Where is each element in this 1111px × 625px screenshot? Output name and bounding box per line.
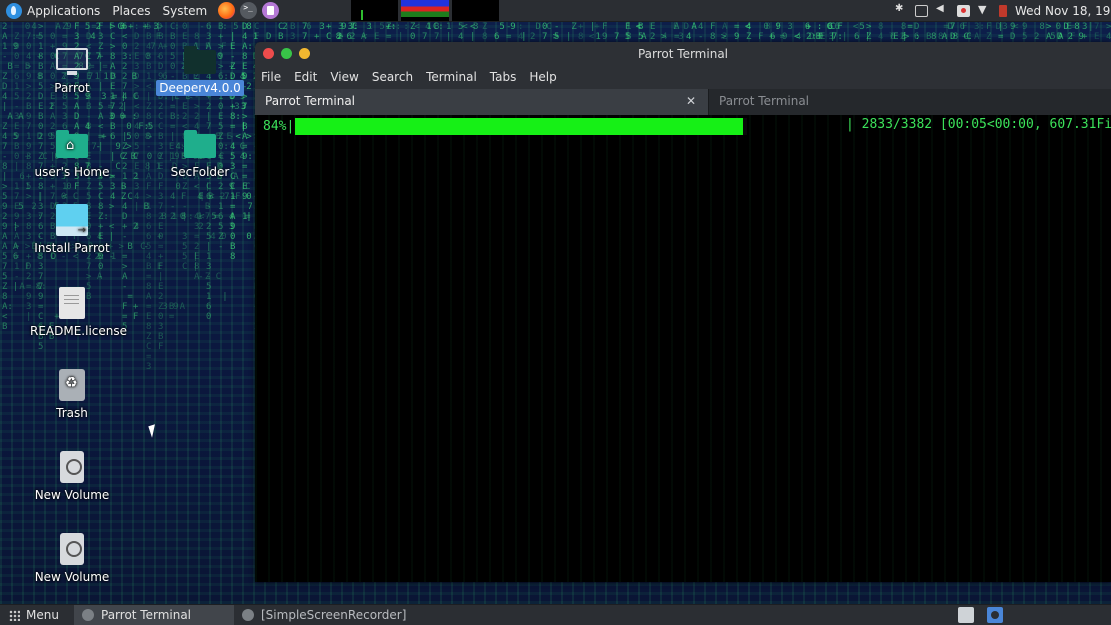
- computer-icon: [56, 48, 88, 75]
- grid-menu-icon: [9, 609, 20, 621]
- progress-line: 84%| | 2833/3382 [00:05<00:00, 607.31Fi: [263, 117, 1111, 135]
- menu-file[interactable]: File: [261, 70, 281, 84]
- places-menu-label: Places: [112, 3, 151, 18]
- taskbar-item-label: [SimpleScreenRecorder]: [261, 608, 407, 622]
- tab-parrot-terminal-1[interactable]: Parrot Terminal ✕: [255, 89, 708, 115]
- home-folder-icon: [56, 130, 88, 158]
- bluetooth-icon[interactable]: [894, 3, 907, 17]
- matrix-rain-column: 2A1 9- BZD4| A AZ4 57-8|>59 529 |AA A5 6…: [2, 22, 57, 332]
- places-menu[interactable]: Places: [106, 0, 156, 22]
- screen-recorder-icon: [242, 609, 254, 621]
- desktop-icon-label: user's Home: [34, 165, 110, 179]
- desktop-icon-install-parrot[interactable]: Install Parrot: [27, 204, 117, 256]
- matrix-rain-column: 6<03:2274 C|- F:|ZZ C21 2- C4 BD+ 2- B -…: [122, 22, 150, 332]
- desktop-icon-label: Install Parrot: [34, 241, 110, 255]
- power-icon[interactable]: [999, 5, 1007, 17]
- terminal-menubar: File Edit View Search Terminal Tabs Help: [255, 65, 1111, 89]
- close-tab-icon[interactable]: ✕: [686, 89, 696, 113]
- memory-monitor-graph[interactable]: [401, 0, 449, 21]
- desktop-icon-label: Trash: [56, 406, 88, 420]
- taskbar-item-label: Parrot Terminal: [101, 608, 192, 622]
- cpu-monitor-graph[interactable]: [351, 0, 398, 21]
- tab-label: Parrot Terminal: [265, 94, 356, 108]
- progress-stats: | 2833/3382 [00:05<00:00, 607.31Fi: [846, 117, 1111, 132]
- desktop-icon-parrot[interactable]: Parrot: [27, 44, 117, 96]
- text-editor-icon[interactable]: [262, 2, 280, 19]
- matrix-rain-column: : + |D F2 7E 0 -3D>6<940 857E 8 1 D134| …: [134, 22, 205, 232]
- desktop-icon-label: New Volume: [34, 570, 110, 584]
- show-desktop-icon[interactable]: [958, 607, 974, 623]
- drive-icon: [60, 451, 84, 483]
- bottom-panel: Menu Parrot Terminal [SimpleScreenRecord…: [0, 604, 1111, 625]
- applications-menu[interactable]: Applications: [0, 0, 106, 22]
- menu-view[interactable]: View: [330, 70, 358, 84]
- terminal-output[interactable]: 84%| | 2833/3382 [00:05<00:00, 607.31Fi: [255, 115, 1111, 582]
- desktop-icon-label: Deeperv4.0.0: [156, 80, 244, 96]
- network-icon[interactable]: [978, 3, 991, 17]
- folder-icon: [184, 46, 216, 74]
- firefox-icon[interactable]: [218, 2, 236, 19]
- trash-icon: [59, 369, 85, 401]
- screen-recorder-icon[interactable]: [957, 5, 970, 17]
- desktop-icon-trash[interactable]: Trash: [27, 369, 117, 421]
- desktop-icon-label: Parrot: [54, 81, 90, 95]
- keyboard-icon[interactable]: [915, 5, 928, 17]
- parrot-logo-icon: [6, 2, 22, 19]
- terminal-tab-bar: Parrot Terminal ✕ Parrot Terminal: [255, 89, 1111, 115]
- main-menu-button[interactable]: Menu: [0, 608, 74, 622]
- menu-search[interactable]: Search: [372, 70, 413, 84]
- desktop-icon-secfolder[interactable]: SecFolder: [155, 128, 245, 180]
- workspace-1-icon[interactable]: [987, 607, 1003, 623]
- network-monitor-graph[interactable]: [452, 0, 499, 21]
- window-title: Parrot Terminal: [637, 46, 729, 61]
- desktop-icon-new-volume-1[interactable]: New Volume: [27, 451, 117, 503]
- menu-tabs[interactable]: Tabs: [490, 70, 517, 84]
- menu-terminal[interactable]: Terminal: [426, 70, 477, 84]
- menu-edit[interactable]: Edit: [294, 70, 317, 84]
- workspace-switcher: [945, 607, 1003, 623]
- progress-bar-fill: [295, 117, 743, 135]
- clock[interactable]: Wed Nov 18, 19:52: [1015, 4, 1111, 18]
- system-menu-label: System: [162, 3, 208, 18]
- desktop-icon-home[interactable]: user's Home: [27, 128, 117, 180]
- desktop-icon-label: New Volume: [34, 488, 110, 502]
- installer-icon: [56, 204, 88, 236]
- desktop-icon-label: README.license: [30, 324, 128, 338]
- menu-help[interactable]: Help: [529, 70, 556, 84]
- desktop-icon-readme[interactable]: README.license: [27, 287, 127, 339]
- window-titlebar[interactable]: Parrot Terminal: [255, 42, 1111, 65]
- terminal-icon: [82, 609, 94, 621]
- system-tray: Wed Nov 18, 19:52: [894, 0, 1111, 22]
- matrix-rain-column: 0Z =00= B615-3E9B0 +| 61 17E9>A> > : B :…: [14, 22, 74, 292]
- desktop-icon-new-volume-2[interactable]: New Volume: [27, 533, 117, 585]
- taskbar-item-screen-recorder[interactable]: [SimpleScreenRecorder]: [234, 605, 414, 625]
- text-file-icon: [59, 287, 85, 319]
- volume-icon[interactable]: [936, 3, 949, 17]
- tab-parrot-terminal-2[interactable]: Parrot Terminal: [708, 89, 1111, 115]
- progress-percent: 84%|: [263, 118, 295, 134]
- matrix-rain-column: 5 DB4 +8B1 6< Z|Z8A0- 0 ||AF>1866 +54B E…: [146, 22, 179, 372]
- system-menu[interactable]: System: [156, 0, 213, 22]
- drive-icon: [60, 533, 84, 565]
- terminal-window[interactable]: Parrot Terminal File Edit View Search Te…: [255, 42, 1111, 582]
- folder-icon: [184, 130, 216, 158]
- progress-bar: [295, 117, 748, 135]
- applications-menu-label: Applications: [27, 3, 101, 18]
- desktop-icon-deeper[interactable]: Deeperv4.0.0: [155, 44, 245, 96]
- tab-label: Parrot Terminal: [719, 94, 810, 108]
- terminal-launcher-icon[interactable]: [240, 2, 258, 19]
- taskbar-item-parrot-terminal[interactable]: Parrot Terminal: [74, 604, 234, 625]
- top-panel: Applications Places System Wed Nov 18, 1…: [0, 0, 1111, 22]
- desktop-icon-label: SecFolder: [170, 165, 230, 179]
- main-menu-label: Menu: [26, 608, 59, 622]
